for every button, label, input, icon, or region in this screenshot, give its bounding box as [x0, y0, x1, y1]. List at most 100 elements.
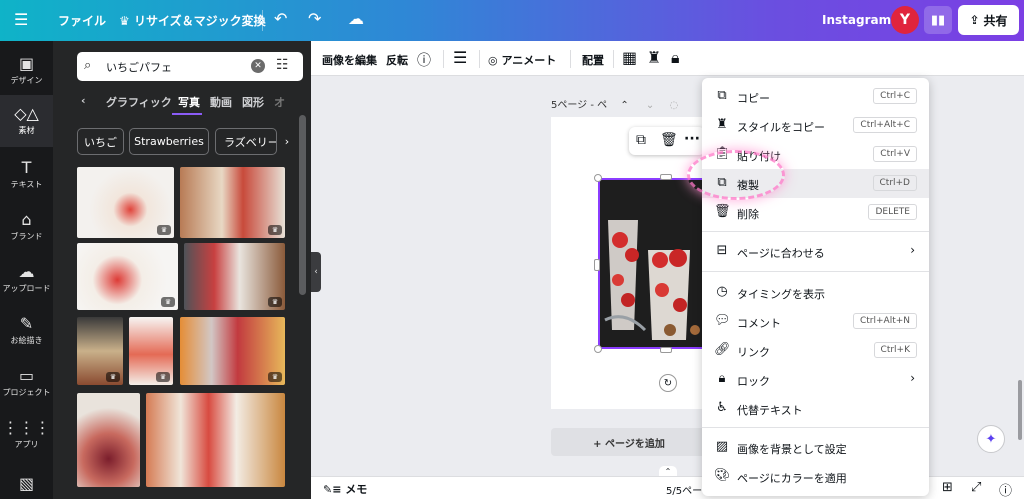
cloud-save-icon[interactable]: ☁: [348, 9, 364, 28]
collapse-panel-icon[interactable]: ‹: [311, 252, 321, 292]
file-menu[interactable]: ファイル: [58, 12, 106, 29]
add-page-button[interactable]: + ページを追加: [551, 428, 707, 456]
photo-result[interactable]: [146, 393, 285, 487]
link-icon: 🔗︎: [714, 342, 731, 357]
page-down-icon[interactable]: ⌄: [646, 100, 654, 111]
tab-more[interactable]: オ: [274, 94, 285, 110]
trash-icon[interactable]: 🗑︎: [660, 132, 678, 148]
photo-result[interactable]: [77, 393, 140, 487]
transparency-icon[interactable]: ▦: [622, 48, 637, 67]
rail-item-design[interactable]: ▣ デザイン: [0, 51, 53, 95]
search-input[interactable]: いちごパフェ: [106, 59, 172, 75]
undo-icon[interactable]: ↶: [274, 9, 287, 28]
tab-graphics[interactable]: グラフィック: [106, 94, 172, 110]
chips-next-icon[interactable]: ›: [279, 128, 295, 155]
photo-result[interactable]: ♛: [77, 317, 123, 385]
rail-item-apps[interactable]: ⋮⋮⋮ アプリ: [0, 415, 53, 459]
position-button[interactable]: 配置: [582, 52, 604, 68]
crown-icon: ♛: [161, 297, 175, 307]
rail-item-text[interactable]: T テキスト: [0, 155, 53, 199]
resize-handle[interactable]: [594, 259, 600, 271]
share-button[interactable]: ⇪ 共有: [958, 5, 1019, 35]
hide-page-icon[interactable]: ◌: [669, 100, 678, 111]
rail-item-upload[interactable]: ☁ アップロード: [0, 259, 53, 303]
chip-raspberry[interactable]: ラズベリー: [215, 128, 277, 155]
animate-button[interactable]: ◎ アニメート: [488, 52, 556, 68]
photo-result[interactable]: ♛: [77, 243, 178, 310]
photo-result[interactable]: ♛: [184, 243, 285, 310]
rail-label-design: デザイン: [10, 76, 43, 85]
avatar[interactable]: Y: [891, 6, 919, 34]
help-icon[interactable]: ⓘ: [999, 480, 1012, 499]
menu-item-lock[interactable]: 🔒︎ ロック ›: [702, 365, 929, 394]
lock-icon[interactable]: 🔒︎: [671, 48, 680, 68]
menu-label: 削除: [737, 208, 759, 221]
menu-item-copy-style[interactable]: ♜ スタイルをコピー Ctrl+Alt+C: [702, 111, 929, 140]
menu-item-apply-color[interactable]: 🎨︎ ページにカラーを適用: [702, 462, 929, 491]
resize-handle[interactable]: [660, 174, 672, 180]
menu-item-link[interactable]: 🔗︎ リンク Ctrl+K: [702, 336, 929, 365]
tab-shapes[interactable]: 図形: [242, 94, 264, 110]
menu-label: ページに合わせる: [737, 247, 825, 260]
hamburger-icon[interactable]: ☰: [14, 10, 28, 29]
lock-icon: 🔒︎: [718, 371, 726, 386]
paint-roller-icon[interactable]: ♜: [647, 48, 661, 67]
folder-icon: ▭: [18, 366, 35, 385]
edit-image-button[interactable]: 画像を編集: [322, 52, 377, 68]
selected-image[interactable]: [598, 178, 708, 349]
menu-shortcut: Ctrl+Alt+C: [853, 117, 917, 133]
chip-strawberries[interactable]: Strawberries: [129, 128, 209, 155]
duplicate-icon[interactable]: ⧉: [636, 132, 646, 148]
tab-photos[interactable]: 写真: [178, 94, 200, 110]
search-box[interactable]: ⌕ いちごパフェ ✕ ☷: [77, 52, 303, 81]
tabs-prev-icon[interactable]: ‹: [81, 94, 86, 107]
resize-handle[interactable]: [594, 345, 602, 353]
menu-item-alt-text[interactable]: ♿︎ 代替テキスト: [702, 394, 929, 423]
resize-handle[interactable]: [594, 174, 602, 182]
design-name[interactable]: Instagram: [822, 13, 891, 27]
rotate-icon[interactable]: ↻: [659, 374, 677, 392]
menu-label: コピー: [737, 92, 770, 105]
photo-result[interactable]: ♛: [129, 317, 173, 385]
rail-item-draw[interactable]: ✎ お絵描き: [0, 311, 53, 355]
page-header: 5ページ - ペ ⌃ ⌄ ◌: [551, 96, 678, 111]
redo-icon[interactable]: ↷: [308, 9, 321, 28]
menu-item-timing[interactable]: ◷ タイミングを表示: [702, 278, 929, 307]
filter-icon[interactable]: ☷: [276, 57, 289, 73]
border-style-icon[interactable]: ☰: [453, 48, 467, 67]
page-title[interactable]: 5ページ - ペ: [551, 100, 607, 111]
show-pages-icon[interactable]: ⌃: [659, 466, 677, 476]
photo-result[interactable]: ♛: [180, 317, 285, 385]
tab-videos[interactable]: 動画: [210, 94, 232, 110]
menu-item-fit-page[interactable]: ⊟ ページに合わせる ›: [702, 237, 929, 266]
photo-result[interactable]: ♛: [77, 167, 174, 238]
menu-item-delete[interactable]: 🗑︎ 削除 DELETE: [702, 198, 929, 227]
panel-scrollbar[interactable]: [299, 115, 306, 295]
photo-result[interactable]: ♛: [180, 167, 285, 238]
clear-icon[interactable]: ✕: [251, 59, 265, 73]
notes-button[interactable]: ✎≡ メモ: [323, 481, 367, 497]
stats-icon[interactable]: ▮▮: [924, 6, 952, 34]
more-icon[interactable]: ···: [684, 131, 700, 147]
menu-item-set-background[interactable]: ▨ 画像を背景として設定: [702, 433, 929, 462]
rail-item-brand[interactable]: ⌂ ブランド: [0, 207, 53, 251]
resize-button[interactable]: ♛ リサイズ＆マジック変換: [119, 12, 266, 29]
fullscreen-icon[interactable]: ⤢: [971, 480, 981, 495]
rail-item-photos[interactable]: ▧: [0, 475, 53, 495]
canvas-scrollbar[interactable]: [1018, 380, 1022, 440]
info-icon[interactable]: ⓘ: [417, 50, 431, 70]
rail-item-projects[interactable]: ▭ プロジェクト: [0, 363, 53, 407]
top-bar: ☰ ファイル ♛ リサイズ＆マジック変換 ↶ ↷ ☁ Instagram Y ▮…: [0, 0, 1024, 41]
menu-shortcut: DELETE: [868, 204, 917, 220]
flip-button[interactable]: 反転: [386, 52, 408, 68]
resize-handle[interactable]: [660, 347, 672, 353]
page-counter[interactable]: 5/5ペー: [666, 482, 702, 497]
rail-item-elements[interactable]: ◇△ 素材: [0, 95, 53, 147]
magic-assistant-icon[interactable]: ✦: [977, 425, 1005, 453]
toolbar-divider: [479, 50, 480, 68]
menu-item-copy[interactable]: ⧉ コピー Ctrl+C: [702, 82, 929, 111]
menu-item-comment[interactable]: 💬︎ コメント Ctrl+Alt+N: [702, 307, 929, 336]
page-up-icon[interactable]: ⌃: [620, 100, 628, 111]
chip-strawberry-jp[interactable]: いちご: [77, 128, 124, 155]
grid-view-icon[interactable]: ⊞: [942, 480, 953, 495]
